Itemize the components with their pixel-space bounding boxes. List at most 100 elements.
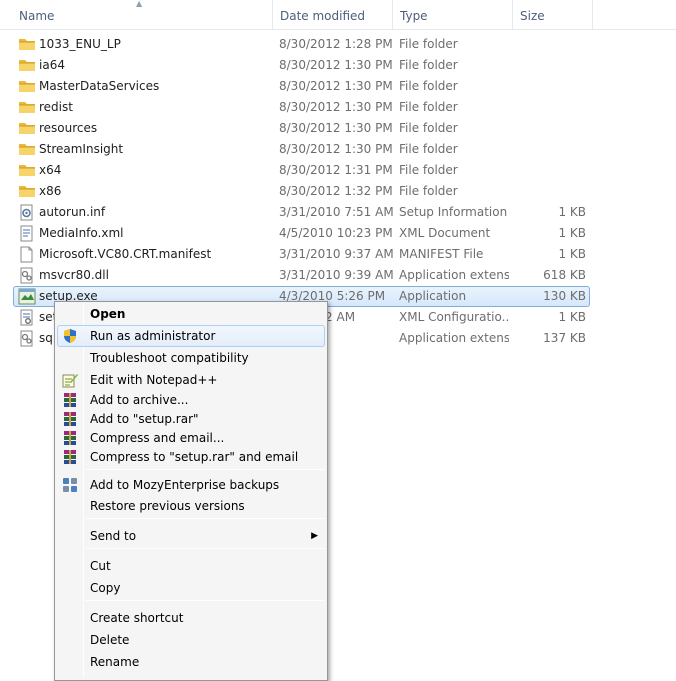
file-date-modified: 4/5/2010 10:23 PM [279,226,393,240]
menu-item-label: Copy [90,581,121,595]
column-header-date-modified[interactable]: Date modified [273,0,393,30]
winrar-icon [62,411,78,427]
file-type: File folder [399,184,458,198]
menu-item-send-to[interactable]: Send to ▶ [57,525,325,547]
file-row[interactable]: Microsoft.VC80.CRT.manifest 3/31/2010 9:3… [13,244,590,265]
file-date-modified: 8/30/2012 1:30 PM [279,100,393,114]
file-type: File folder [399,100,458,114]
context-menu: Open Run as administrator Troubleshoot com… [54,301,328,681]
column-header-size[interactable]: Size [513,0,593,30]
file-size: 1 KB [558,226,586,240]
file-row[interactable]: resources 8/30/2012 1:30 PM File folder [13,118,590,139]
file-name: 1033_ENU_LP [39,37,121,51]
file-date-modified: 8/30/2012 1:31 PM [279,163,393,177]
notepad-plus-plus-icon [62,372,78,388]
folder-icon [18,78,36,95]
menu-item-run-as-administrator[interactable]: Run as administrator [57,325,325,347]
file-name: ia64 [39,58,65,72]
folder-icon [18,162,36,179]
column-header-type[interactable]: Type [393,0,513,30]
file-name: redist [39,100,73,114]
menu-item-create-shortcut[interactable]: Create shortcut [57,607,325,629]
menu-item-copy[interactable]: Copy [57,577,325,599]
menu-item-add-to-mozyenterprise-backups[interactable]: Add to MozyEnterprise backups [57,474,325,496]
file-row[interactable]: x64 8/30/2012 1:31 PM File folder [13,160,590,181]
file-date-modified: 8/30/2012 1:30 PM [279,121,393,135]
dll-file-icon [18,330,36,347]
file-row[interactable]: autorun.inf 3/31/2010 7:51 AM Setup Inform… [13,202,590,223]
file-size [514,140,586,159]
file-row[interactable]: MediaInfo.xml 4/5/2010 10:23 PM XML Docume… [13,223,590,244]
menu-item-label: Compress to "setup.rar" and email [90,450,299,464]
folder-icon [18,120,36,137]
file-size [514,119,586,138]
file-date-modified: 8/30/2012 1:30 PM [279,79,393,93]
file-type: XML Configuratio... [399,310,509,324]
sort-ascending-icon: ▲ [136,0,143,8]
menu-item-label: Troubleshoot compatibility [90,351,249,365]
file-type: File folder [399,121,458,135]
file-row[interactable]: StreamInsight 8/30/2012 1:30 PM File folde… [13,139,590,160]
file-type: Application extens... [399,268,509,282]
file-type: File folder [399,142,458,156]
file-row[interactable]: MasterDataServices 8/30/2012 1:30 PM File … [13,76,590,97]
file-name: Microsoft.VC80.CRT.manifest [39,247,212,261]
file-date-modified: 3/31/2010 9:37 AM [279,247,394,261]
file-date-modified: 8/30/2012 1:32 PM [279,184,393,198]
file-type: Application [399,289,467,303]
menu-item-delete[interactable]: Delete [57,629,325,651]
file-size [514,56,586,75]
folder-icon [18,57,36,74]
menu-item-label: Open [90,307,126,321]
menu-item-edit-with-notepad[interactable]: Edit with Notepad++ [57,369,325,391]
winrar-icon [62,449,78,465]
file-name: msvcr80.dll [39,268,109,282]
winrar-icon [62,430,78,446]
menu-item-open[interactable]: Open [57,303,325,325]
file-row[interactable]: msvcr80.dll 3/31/2010 9:39 AM Application … [13,265,590,286]
file-date-modified: 3/31/2010 9:39 AM [279,268,394,282]
folder-icon [18,183,36,200]
menu-item-label: Compress and email... [90,431,225,445]
file-name: MediaInfo.xml [39,226,124,240]
file-name: x64 [39,163,62,177]
menu-item-cut[interactable]: Cut [57,555,325,577]
menu-item-rename[interactable]: Rename [57,651,325,673]
menu-item-label: Add to MozyEnterprise backups [90,478,280,492]
file-date-modified: 8/30/2012 1:30 PM [279,58,393,72]
file-row[interactable]: x86 8/30/2012 1:32 PM File folder [13,181,590,202]
file-row[interactable]: ia64 8/30/2012 1:30 PM File folder [13,55,590,76]
settings-file-icon [18,204,36,221]
uac-shield-icon [62,328,78,344]
file-size [514,161,586,180]
file-size [514,182,586,201]
menu-item-compress-to-setup-rar-and-email[interactable]: Compress to "setup.rar" and email [57,446,325,468]
file-date-modified: 8/30/2012 1:28 PM [279,37,393,51]
column-header-bar: Name ▲ Date modified Type Size [0,0,676,30]
file-name: MasterDataServices [39,79,160,93]
menu-separator [86,469,325,470]
folder-icon [18,36,36,53]
folder-icon [18,99,36,116]
menu-item-restore-previous-versions[interactable]: Restore previous versions [57,495,325,517]
dll-file-icon [18,267,36,284]
file-size: 1 KB [558,247,586,261]
file-name: autorun.inf [39,205,106,219]
menu-item-label: Rename [90,655,140,669]
file-name: StreamInsight [39,142,124,156]
file-row[interactable]: redist 8/30/2012 1:30 PM File folder [13,97,590,118]
blank-file-icon [18,246,36,263]
file-size: 1 KB [558,310,586,324]
file-size [514,98,586,117]
menu-item-label: Edit with Notepad++ [90,373,218,387]
menu-separator [86,600,325,601]
mozy-icon [62,477,78,493]
menu-item-label: Restore previous versions [90,499,245,513]
submenu-arrow-icon: ▶ [311,531,318,541]
file-size: 130 KB [543,289,586,303]
file-row[interactable]: 1033_ENU_LP 8/30/2012 1:28 PM File folder [13,34,590,55]
menu-item-label: Add to archive... [90,393,189,407]
menu-item-troubleshoot-compatibility[interactable]: Troubleshoot compatibility [57,347,325,369]
folder-icon [18,141,36,158]
xml-file-icon [18,225,36,242]
